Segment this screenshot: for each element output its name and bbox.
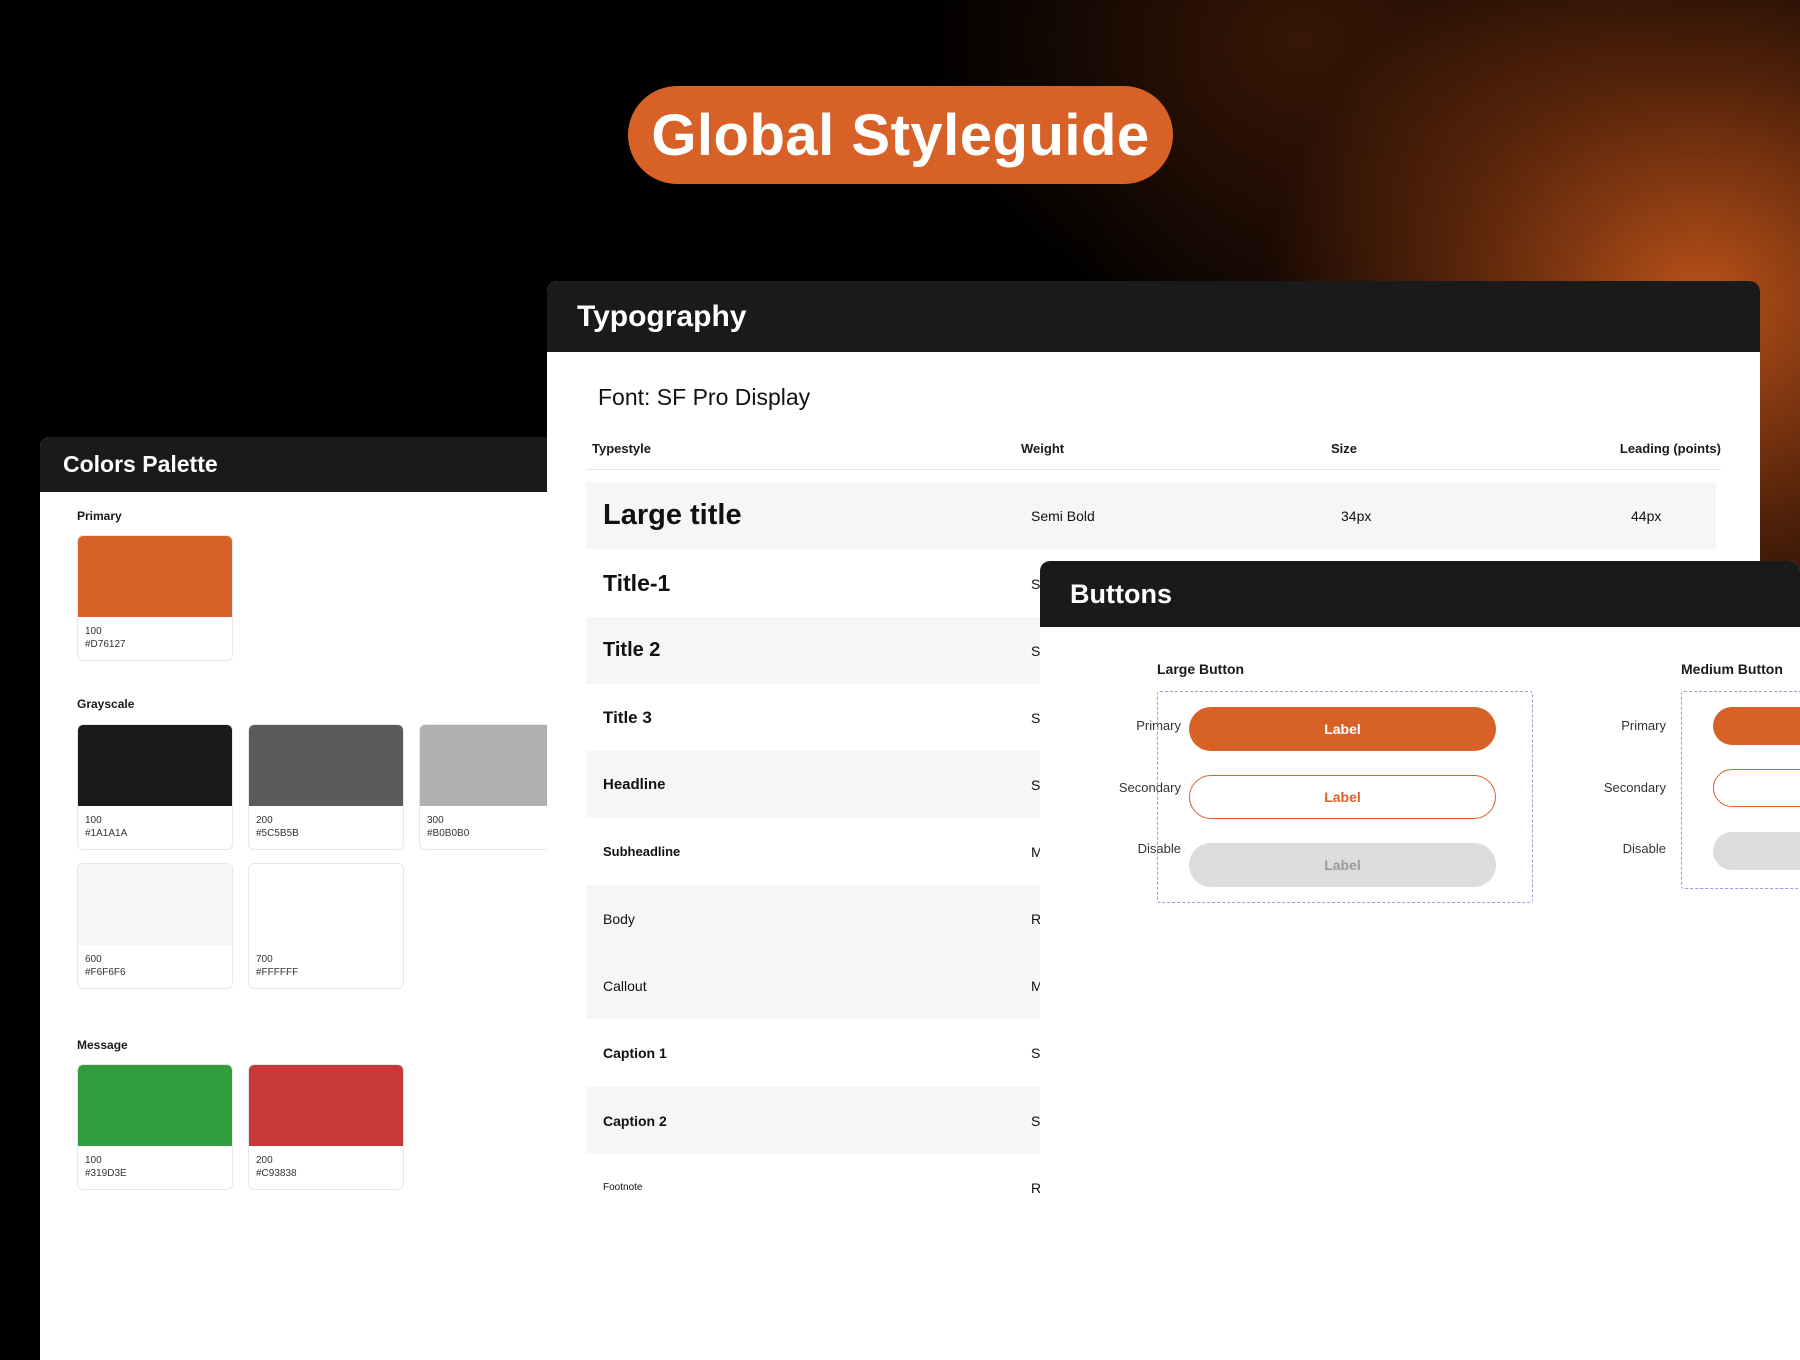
typestyle-name: Body <box>603 910 635 927</box>
swatch-hex: #F6F6F6 <box>85 967 126 978</box>
typography-table-header: Typestyle Weight Size Leading (points) <box>586 441 1721 470</box>
row-label-secondary: Secondary <box>1603 780 1666 795</box>
color-chip <box>78 864 232 945</box>
swatch-code: 200 <box>256 1155 273 1166</box>
swatch-message-100[interactable]: 100 #319D3E <box>77 1064 233 1190</box>
color-chip <box>78 1065 232 1146</box>
typestyle-name: Callout <box>603 977 647 994</box>
large-primary-button[interactable]: Label <box>1189 707 1496 751</box>
color-chip <box>78 725 232 806</box>
typestyle-weight: Semi Bold <box>1031 507 1095 524</box>
typestyle-weight: S <box>1031 642 1041 659</box>
swatch-primary-100[interactable]: 100 #D76127 <box>77 535 233 661</box>
buttons-header: Buttons <box>1040 561 1800 627</box>
large-disabled-button[interactable]: Label <box>1189 843 1496 887</box>
swatch-grayscale-600[interactable]: 600 #F6F6F6 <box>77 863 233 989</box>
swatch-message-200[interactable]: 200 #C93838 <box>248 1064 404 1190</box>
swatch-code: 100 <box>85 815 102 826</box>
swatch-meta: 200 #5C5B5B <box>249 806 403 840</box>
header-leading: Leading (points) <box>1619 441 1721 456</box>
typestyle-name: Caption 1 <box>603 1044 667 1061</box>
header-typestyle: Typestyle <box>592 441 652 456</box>
section-label-grayscale: Grayscale <box>77 697 135 711</box>
color-chip <box>249 1065 403 1146</box>
typestyle-name: Title 3 <box>603 707 652 727</box>
swatch-code: 700 <box>256 954 273 965</box>
typestyle-weight: S <box>1031 1044 1041 1061</box>
swatch-hex: #C93838 <box>256 1168 297 1179</box>
table-row[interactable]: Large title Semi Bold 34px 44px <box>586 482 1716 549</box>
colors-palette-title: Colors Palette <box>63 451 218 477</box>
row-label-disable: Disable <box>1622 841 1666 856</box>
typestyle-name: Caption 2 <box>603 1112 667 1129</box>
colors-palette-panel: Colors Palette Primary 100 #D76127 Grays… <box>40 437 600 1360</box>
typestyle-weight: S <box>1031 776 1041 793</box>
medium-secondary-button[interactable] <box>1713 769 1800 807</box>
hero-badge: Global Styleguide <box>628 86 1173 184</box>
swatch-grayscale-200[interactable]: 200 #5C5B5B <box>248 724 404 850</box>
typestyle-size: 34px <box>1341 507 1372 524</box>
typestyle-leading: 44px <box>1631 507 1662 524</box>
medium-button-group-title: Medium Button <box>1681 661 1783 677</box>
swatch-hex: #319D3E <box>85 1168 127 1179</box>
swatch-meta: 700 #FFFFFF <box>249 945 403 979</box>
typestyle-name: Large title <box>603 499 742 531</box>
swatch-grayscale-100[interactable]: 100 #1A1A1A <box>77 724 233 850</box>
swatch-hex: #1A1A1A <box>85 828 128 839</box>
section-label-message: Message <box>77 1038 128 1052</box>
color-chip <box>249 864 403 945</box>
colors-palette-header: Colors Palette <box>40 437 600 492</box>
swatch-code: 600 <box>85 954 102 965</box>
typestyle-name: Subheadline <box>603 844 681 859</box>
typography-title: Typography <box>577 299 747 333</box>
swatch-hex: #D76127 <box>85 639 126 650</box>
large-secondary-button[interactable]: Label <box>1189 775 1496 819</box>
color-chip <box>78 536 232 617</box>
typestyle-weight: S <box>1031 709 1041 726</box>
typestyle-name: Footnote <box>603 1182 643 1193</box>
swatch-meta: 100 #1A1A1A <box>78 806 232 840</box>
typestyle-name: Title 2 <box>603 639 661 661</box>
medium-disabled-button[interactable] <box>1713 832 1800 870</box>
font-family-label: Font: SF Pro Display <box>598 384 811 410</box>
swatch-code: 200 <box>256 815 273 826</box>
typography-header: Typography <box>547 281 1760 352</box>
medium-primary-button[interactable] <box>1713 707 1800 745</box>
typestyle-weight: S <box>1031 575 1041 592</box>
typestyle-name: Title-1 <box>603 570 671 596</box>
swatch-meta: 200 #C93838 <box>249 1146 403 1180</box>
swatch-meta: 100 #D76127 <box>78 617 232 651</box>
hero-title: Global Styleguide <box>651 102 1150 168</box>
color-chip <box>249 725 403 806</box>
header-weight: Weight <box>1021 441 1065 456</box>
header-size: Size <box>1331 441 1358 456</box>
section-label-primary: Primary <box>77 509 122 523</box>
typestyle-weight: S <box>1031 1112 1041 1129</box>
typestyle-name: Headline <box>603 776 666 793</box>
swatch-code: 100 <box>85 1155 102 1166</box>
swatch-grayscale-700[interactable]: 700 #FFFFFF <box>248 863 404 989</box>
swatch-hex: #5C5B5B <box>256 828 299 839</box>
buttons-panel: Buttons Large Button Primary Secondary D… <box>1040 561 1800 1360</box>
large-button-group-title: Large Button <box>1157 661 1245 677</box>
swatch-code: 100 <box>85 626 102 637</box>
row-label-primary: Primary <box>1621 718 1666 733</box>
buttons-title: Buttons <box>1070 578 1172 609</box>
swatch-hex: #FFFFFF <box>256 967 299 978</box>
swatch-meta: 100 #319D3E <box>78 1146 232 1180</box>
swatch-meta: 600 #F6F6F6 <box>78 945 232 979</box>
